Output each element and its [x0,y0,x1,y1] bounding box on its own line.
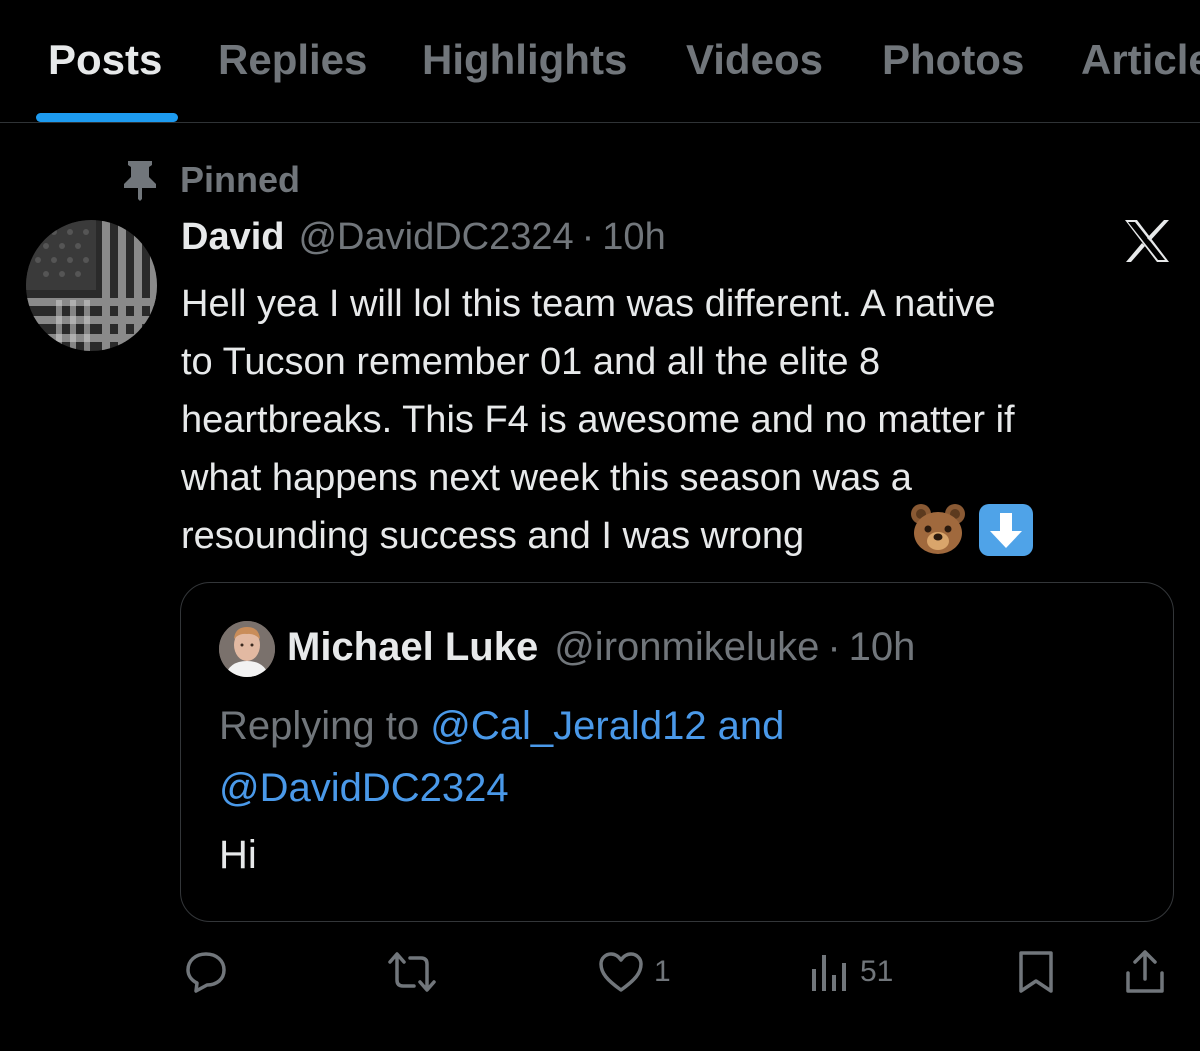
heart-icon [598,951,644,993]
bookmark-icon [1016,950,1056,994]
share-button[interactable] [1124,948,1166,996]
quoted-tweet-header: Michael Luke @ironmikeluke · 10h [287,625,915,670]
author-handle[interactable]: @DavidDC2324 [298,216,573,259]
tweet-emojis [910,503,1034,557]
repost-button[interactable] [386,948,448,996]
quoted-author-handle[interactable]: @ironmikeluke [554,625,819,670]
like-count: 1 [654,955,671,988]
repost-icon [386,950,438,994]
profile-tab-bar: Posts Replies Highlights Videos Photos A… [0,0,1200,123]
quoted-author-avatar[interactable] [219,621,275,677]
tab-replies[interactable]: Replies [218,36,367,84]
down-arrow-emoji [978,503,1034,557]
reply-button[interactable] [184,948,238,996]
separator-dot: · [827,625,841,669]
pinned-label: Pinned [180,159,301,200]
bookmark-button[interactable] [1016,948,1056,996]
separator-dot: · [581,216,595,258]
tab-photos[interactable]: Photos [882,36,1024,84]
pin-icon [120,158,160,202]
tweet-header: David @DavidDC2324 · 10h [181,216,666,266]
replying-to-prefix: Replying to [219,704,420,748]
tweet-timestamp[interactable]: 10h [602,216,665,259]
quoted-tweet-timestamp[interactable]: 10h [849,625,916,670]
author-avatar[interactable] [26,220,157,351]
views-button[interactable]: 51 [810,948,893,996]
quoted-author-name[interactable]: Michael Luke [287,625,538,670]
active-tab-indicator [36,113,178,122]
share-icon [1124,949,1166,995]
replying-to-line: Replying to @Cal_Jerald12 and @DavidDC23… [219,695,919,819]
pinned-indicator: Pinned [120,158,300,202]
quoted-tweet-text: Hi [219,833,257,877]
tab-videos[interactable]: Videos [686,36,823,84]
quoted-tweet-card[interactable]: Michael Luke @ironmikeluke · 10h Replyin… [180,582,1174,922]
tab-articles[interactable]: Articles [1081,36,1200,84]
reply-icon [184,950,228,994]
analytics-icon [810,951,850,993]
mention-link[interactable]: @Cal_Jerald12 and [430,704,784,748]
tab-highlights[interactable]: Highlights [422,36,627,84]
tab-posts[interactable]: Posts [48,36,162,84]
mention-link[interactable]: @DavidDC2324 [219,766,509,810]
like-button[interactable]: 1 [598,948,671,996]
views-count: 51 [860,955,894,988]
x-logo-icon [1123,219,1171,263]
bear-face-emoji [910,503,966,555]
author-name[interactable]: David [181,216,284,259]
